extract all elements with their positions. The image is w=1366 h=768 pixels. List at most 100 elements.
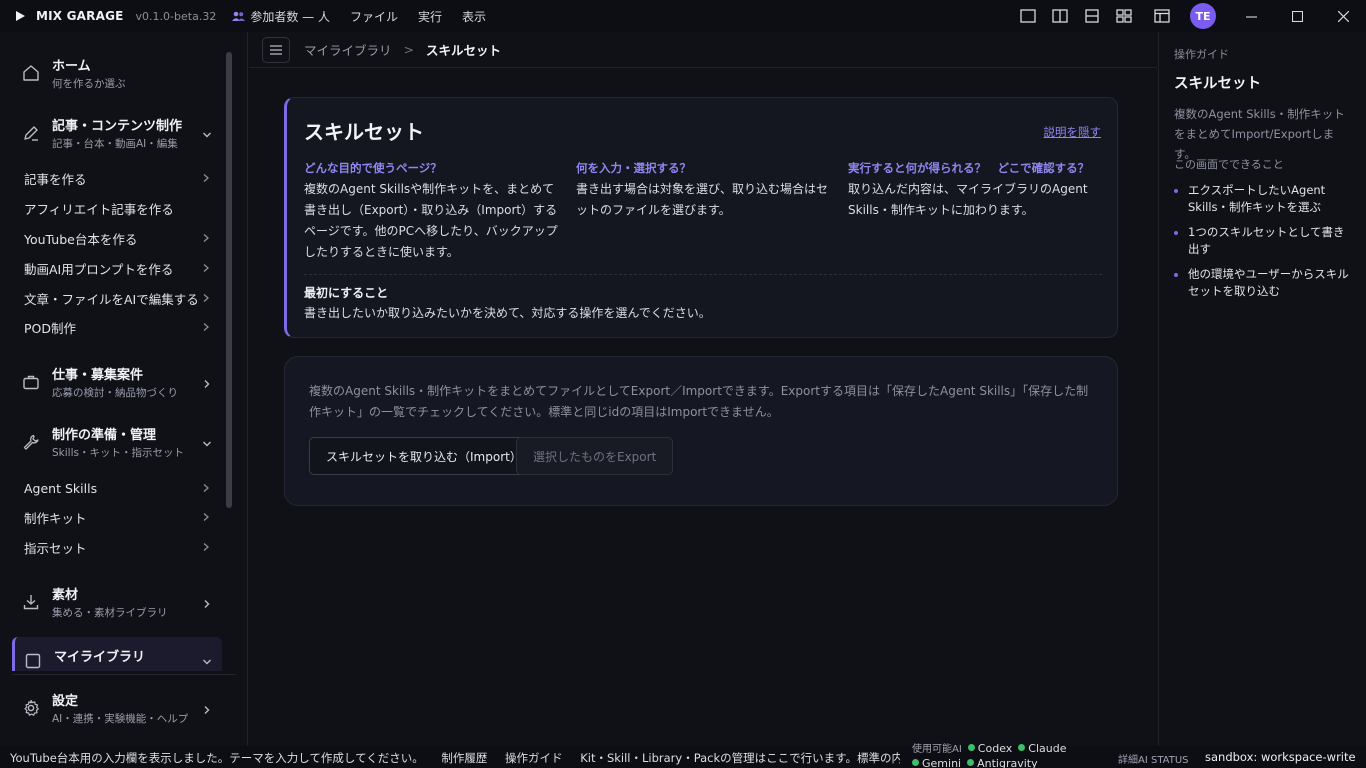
hide-description-link[interactable]: 説明を隠す bbox=[1044, 124, 1102, 140]
sidebar-group-title: 仕事・募集案件 bbox=[52, 368, 144, 383]
info-card: スキルセット 説明を隠す どんな目的で使うページ？ 複数のAgent Skill… bbox=[284, 97, 1118, 338]
sidebar-group-content[interactable]: 記事・コンテンツ制作 記事・台本・動画AI・編集 bbox=[12, 118, 222, 152]
menu-view[interactable]: 表示 bbox=[462, 8, 486, 25]
sidebar-group-subtitle: Skills・キット・指示セット bbox=[52, 447, 184, 459]
chevron-right-icon bbox=[203, 174, 209, 182]
sidebar-item-label: YouTube台本を作る bbox=[24, 231, 138, 247]
app-name: MIX GARAGE bbox=[36, 9, 124, 23]
sidebar-item-label: アフィリエイト記事を作る bbox=[24, 201, 174, 217]
chevron-right-icon[interactable] bbox=[202, 599, 212, 609]
info-column-result: 実行すると何が得られる？ どこで確認する？ 取り込んだ内容は、マイライブラリのA… bbox=[848, 160, 1104, 221]
sidebar-group-my-library[interactable]: マイライブラリ bbox=[12, 637, 222, 671]
home-icon bbox=[23, 65, 39, 81]
sidebar-item-create-article[interactable]: 記事を作る bbox=[24, 163, 214, 193]
status-messages: YouTube台本用の入力欄を表示しました。テーマを入力して作成してください。 … bbox=[10, 750, 900, 766]
menu-run[interactable]: 実行 bbox=[418, 8, 442, 25]
chevron-down-icon[interactable] bbox=[202, 439, 212, 449]
sidebar-group-settings[interactable]: 設定 AI・連携・実験機能・ヘルプ bbox=[12, 693, 222, 727]
sidebar-group-prep[interactable]: 制作の準備・管理 Skills・キット・指示セット bbox=[12, 427, 222, 461]
info-divider bbox=[304, 274, 1102, 275]
sidebar-item-label: 指示セット bbox=[24, 540, 87, 556]
sidebar-group-title: マイライブラリ bbox=[54, 650, 146, 665]
status-dot-icon bbox=[1018, 744, 1026, 751]
info-column-heading: 何を入力・選択する？ bbox=[576, 161, 691, 175]
guide-title: スキルセット bbox=[1174, 76, 1261, 92]
sidebar-item-affiliate-article[interactable]: アフィリエイト記事を作る bbox=[24, 193, 214, 223]
main-content: マイライブラリ > スキルセット スキルセット 説明を隠す どんな目的で使うペー… bbox=[249, 32, 1157, 746]
sidebar-group-subtitle: 何を作るか選ぶ bbox=[52, 78, 126, 90]
chevron-down-icon[interactable] bbox=[202, 130, 212, 140]
chevron-right-icon[interactable] bbox=[202, 379, 212, 389]
maximize-button[interactable] bbox=[1274, 0, 1320, 32]
sidebar-group-title: 素材 bbox=[52, 588, 79, 603]
sidebar-group-title: 制作の準備・管理 bbox=[52, 428, 157, 443]
layout-rows-icon[interactable] bbox=[1076, 0, 1108, 32]
import-skillset-button[interactable]: スキルセットを取り込む（Import） bbox=[309, 437, 539, 475]
guide-subheading: この画面でできること bbox=[1174, 158, 1284, 171]
chevron-right-icon bbox=[203, 484, 209, 492]
sidebar-group-title: 設定 bbox=[52, 694, 79, 709]
breadcrumb-current: スキルセット bbox=[426, 43, 502, 58]
sidebar-group-subtitle: 集める・素材ライブラリ bbox=[52, 607, 168, 619]
sidebar-item-label: 動画AI用プロンプトを作る bbox=[24, 261, 174, 277]
status-bar: YouTube台本用の入力欄を表示しました。テーマを入力して作成してください。 … bbox=[0, 742, 1366, 768]
guide-list-item: 他の環境やユーザーからスキルセットを取り込む bbox=[1174, 266, 1354, 300]
play-icon[interactable] bbox=[14, 10, 26, 22]
status-message: YouTube台本用の入力欄を表示しました。テーマを入力して作成してください。 bbox=[10, 751, 424, 765]
sidebar-toggle-button[interactable] bbox=[262, 36, 290, 63]
participants-indicator: 参加者数 — 人 bbox=[232, 8, 330, 25]
sidebar-item-pod[interactable]: POD制作 bbox=[24, 312, 214, 342]
ai-name: Antigravity bbox=[977, 757, 1038, 768]
skillset-action-card: 複数のAgent Skills・制作キットをまとめてファイルとしてExport／… bbox=[284, 356, 1118, 506]
layout-grid-icon[interactable] bbox=[1108, 0, 1140, 32]
ai-availability[interactable]: 使用可能AI Codex Claude Gemini Antigravity bbox=[912, 740, 1108, 768]
maximize-icon bbox=[1291, 10, 1303, 22]
close-icon bbox=[1337, 10, 1349, 22]
close-button[interactable] bbox=[1320, 0, 1366, 32]
sidebar-item-label: POD制作 bbox=[24, 320, 77, 336]
chevron-right-icon bbox=[203, 513, 209, 521]
menu-file[interactable]: ファイル bbox=[350, 8, 398, 25]
sidebar-item-kit[interactable]: 制作キット bbox=[24, 502, 214, 532]
chevron-right-icon[interactable] bbox=[202, 705, 212, 715]
ai-availability-label: 使用可能AI bbox=[912, 744, 962, 755]
sidebar-item-youtube-script[interactable]: YouTube台本を作る bbox=[24, 223, 214, 253]
sidebar-scrollbar[interactable] bbox=[226, 52, 232, 508]
panel-toggle-icon[interactable] bbox=[1146, 0, 1178, 32]
status-guide-link[interactable]: 操作ガイド bbox=[505, 751, 563, 765]
app-version: v0.1.0-beta.32 bbox=[135, 9, 217, 23]
gear-icon bbox=[24, 699, 39, 716]
guide-description: 複数のAgent Skills・制作キットをまとめてImport/Exportし… bbox=[1174, 107, 1345, 161]
status-dot-icon bbox=[967, 759, 975, 766]
guide-list-item: エクスポートしたいAgent Skills・制作キットを選ぶ bbox=[1174, 182, 1354, 216]
user-avatar[interactable]: TE bbox=[1190, 3, 1216, 29]
sidebar-group-home[interactable]: ホーム何を作るか選ぶ bbox=[12, 58, 222, 92]
chevron-right-icon bbox=[203, 264, 209, 272]
download-icon bbox=[23, 595, 39, 610]
breadcrumb-parent-link[interactable]: マイライブラリ bbox=[304, 40, 392, 59]
minimize-button[interactable] bbox=[1228, 0, 1274, 32]
sidebar-group-materials[interactable]: 素材集める・素材ライブラリ bbox=[12, 587, 222, 621]
guide-header: 操作ガイド bbox=[1174, 48, 1229, 61]
ai-name: Gemini bbox=[922, 757, 962, 768]
breadcrumb: マイライブラリ > スキルセット bbox=[249, 32, 1157, 68]
sidebar-group-subtitle: 応募の検討・納品物づくり bbox=[52, 387, 178, 399]
sidebar-group-title: ホーム bbox=[52, 59, 91, 74]
export-selected-button[interactable]: 選択したものをExport bbox=[516, 437, 674, 475]
title-bar: MIX GARAGE v0.1.0-beta.32 参加者数 — 人 ファイル … bbox=[0, 0, 1366, 32]
status-dot-icon bbox=[967, 744, 975, 751]
first-step-heading: 最初にすること bbox=[304, 286, 389, 300]
sidebar-item-instruction-set[interactable]: 指示セット bbox=[24, 532, 214, 562]
layout-columns-icon[interactable] bbox=[1044, 0, 1076, 32]
chevron-right-icon bbox=[203, 294, 209, 302]
sidebar-item-agent-skills[interactable]: Agent Skills bbox=[24, 473, 214, 503]
status-history-link[interactable]: 制作履歴 bbox=[441, 751, 487, 765]
sidebar-group-jobs[interactable]: 仕事・募集案件応募の検討・納品物づくり bbox=[12, 367, 222, 401]
briefcase-icon bbox=[23, 375, 39, 390]
ai-status-detail-link[interactable]: 詳細AI STATUS bbox=[1118, 751, 1189, 766]
sidebar-item-video-ai-prompt[interactable]: 動画AI用プロンプトを作る bbox=[24, 253, 214, 283]
layout-single-icon[interactable] bbox=[1012, 0, 1044, 32]
page-title: スキルセット bbox=[304, 120, 424, 144]
sidebar-item-ai-edit[interactable]: 文章・ファイルをAIで編集する bbox=[24, 283, 214, 313]
first-step-body: 書き出したいか取り込みたいかを決めて、対応する操作を選んでください。 bbox=[304, 306, 711, 320]
